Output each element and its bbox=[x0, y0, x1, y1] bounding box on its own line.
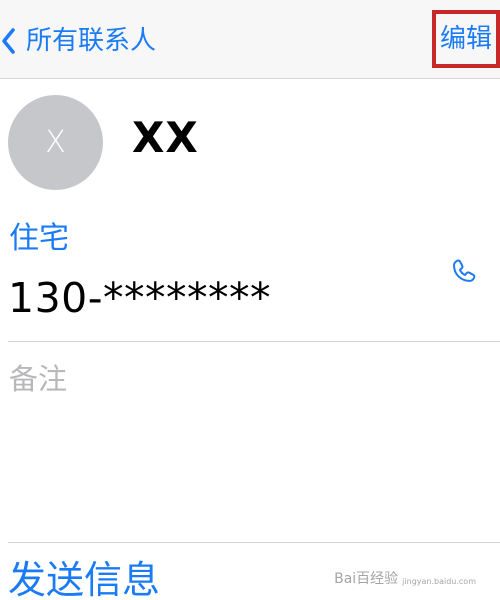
avatar: X bbox=[8, 95, 103, 190]
watermark-subtitle: jingyan.baidu.com bbox=[402, 577, 476, 586]
baidu-logo: Bai百经验 bbox=[334, 571, 399, 587]
notes-field[interactable]: 备注 bbox=[9, 365, 67, 394]
phone-number[interactable]: 130-******** bbox=[8, 278, 271, 319]
contact-detail-screen: 所有联系人 编辑 X XX 住宅 130-******** 备注 发送信息 Ba… bbox=[0, 0, 500, 600]
avatar-initial: X bbox=[45, 124, 66, 160]
watermark: Bai百经验 jingyan.baidu.com bbox=[334, 572, 476, 586]
back-label: 所有联系人 bbox=[26, 26, 157, 56]
edit-button[interactable]: 编辑 bbox=[432, 10, 500, 68]
send-message-button[interactable]: 发送信息 bbox=[8, 561, 160, 599]
back-to-all-contacts-button[interactable]: 所有联系人 bbox=[0, 18, 156, 64]
section-divider bbox=[8, 542, 500, 543]
section-divider bbox=[8, 341, 500, 342]
phone-type-label: 住宅 bbox=[9, 221, 69, 256]
navigation-bar: 所有联系人 编辑 bbox=[0, 0, 500, 79]
contact-name: XX bbox=[132, 113, 199, 162]
edit-label: 编辑 bbox=[439, 24, 492, 54]
chevron-left-icon bbox=[0, 27, 18, 55]
phone-icon[interactable] bbox=[443, 252, 483, 292]
